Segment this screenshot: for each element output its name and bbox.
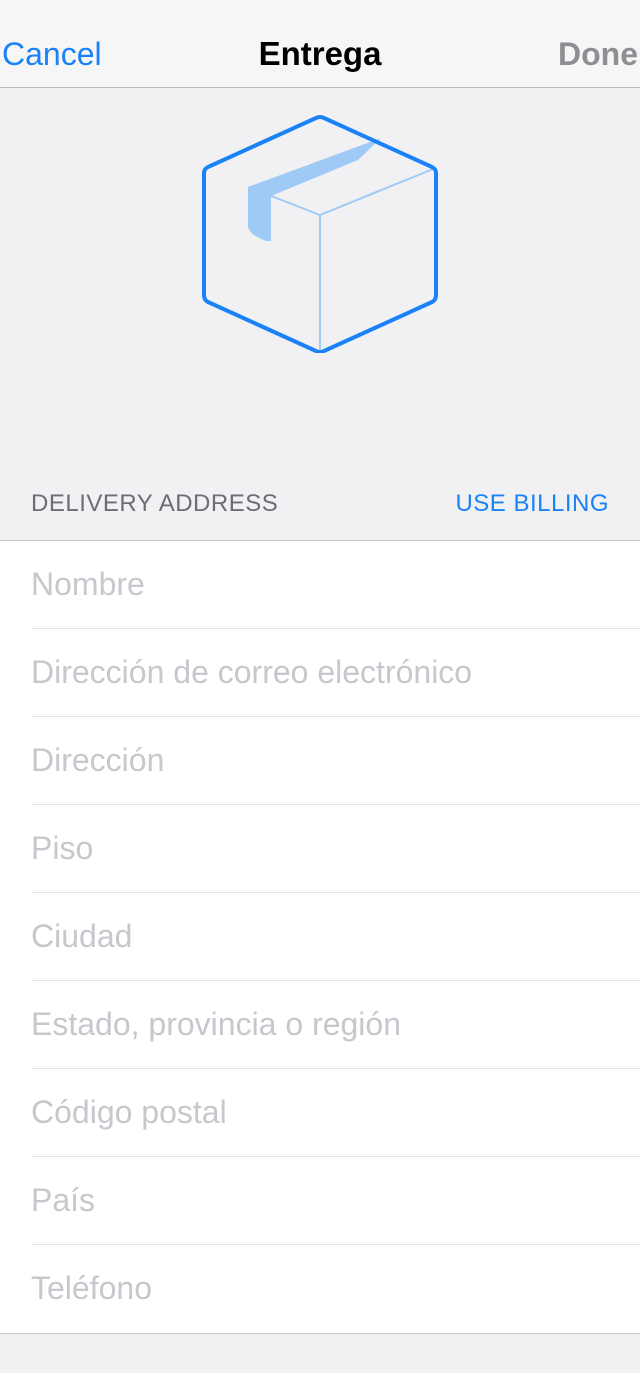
country-field[interactable] (31, 1157, 631, 1244)
phone-field-row (31, 1245, 640, 1333)
page-title: Entrega (258, 35, 382, 72)
done-button[interactable]: Done (558, 34, 638, 74)
hero-illustration (0, 89, 640, 449)
section-title: DELIVERY ADDRESS (31, 490, 279, 517)
name-field-row (31, 541, 640, 629)
city-field[interactable] (31, 893, 631, 980)
email-field-row (31, 629, 640, 717)
address-field[interactable] (31, 717, 631, 804)
country-field-row (31, 1157, 640, 1245)
package-box-icon (202, 115, 438, 353)
phone-field[interactable] (31, 1245, 631, 1332)
delivery-screen: Cancel Entrega Done DELIVERY ADDRESS USE… (0, 0, 640, 1373)
navigation-bar: Cancel Entrega Done (0, 0, 640, 88)
section-header: DELIVERY ADDRESS USE BILLING (0, 470, 640, 540)
floor-field[interactable] (31, 805, 631, 892)
state-field[interactable] (31, 981, 631, 1068)
floor-field-row (31, 805, 640, 893)
postal-code-field-row (31, 1069, 640, 1157)
delivery-address-form (0, 540, 640, 1334)
name-field[interactable] (31, 541, 631, 628)
use-billing-button[interactable]: USE BILLING (455, 490, 609, 518)
city-field-row (31, 893, 640, 981)
address-field-row (31, 717, 640, 805)
postal-code-field[interactable] (31, 1069, 631, 1156)
email-field[interactable] (31, 629, 631, 716)
state-field-row (31, 981, 640, 1069)
